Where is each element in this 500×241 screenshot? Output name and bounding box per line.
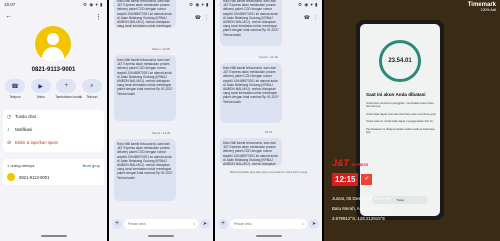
clock-time: 12:15 [332, 173, 359, 186]
phone-icon: ☎ [5, 79, 25, 93]
contact-avatar [35, 26, 71, 62]
voice-icon[interactable]: ➤ [200, 219, 210, 229]
message-bubble[interactable]: Halo Nbil kamid telusuronia, kam dari J&… [114, 55, 176, 121]
message-input[interactable]: Pesan teks ☺ [230, 219, 307, 229]
message-input[interactable]: Pesan teks ☺ [124, 219, 198, 229]
more-options-icon[interactable]: ⋮ [95, 13, 102, 21]
contact-actions: ☎ Telepon ▶ Video + Tambahkan kontak ⌕ T… [4, 79, 103, 99]
search-button[interactable]: ⌕ Telusuri [81, 79, 103, 99]
message-composer: + Pesan teks ☺ ➤ [112, 218, 210, 230]
add-attachment-icon[interactable]: + [218, 219, 228, 229]
calendar-check-icon: ✓ [361, 174, 373, 185]
status-icons: ⚙ ◉ ▾ ▮ [298, 2, 318, 7]
restriction-screen: 23.54.01 Saat ini akun Anda dibatasi And… [360, 24, 440, 216]
message-bubble[interactable]: Halo Nbil kamid telusuronia, kam dari J&… [220, 0, 282, 46]
photo-date: Jumat, 05 Desember 2025 WIT [332, 196, 394, 201]
create-group-button[interactable]: Buat grup [83, 163, 100, 168]
restriction-line: Pembatasan ini dihapus dalam waktu selam… [366, 126, 435, 135]
emoji-icon[interactable]: ☺ [301, 222, 305, 226]
call-icon[interactable]: ☎ [195, 15, 201, 21]
snooze-chat-row[interactable]: ◷ Tunda chat [3, 110, 104, 123]
message-bubble[interactable]: Halo Nbil kamid telusuronia, kam dari J&… [114, 139, 176, 201]
jt-logo: J&T EXPRESS [332, 158, 368, 168]
contact-options-list: ◷ Tunda chat ♪ Notifikasi ⊘ Blokir & lap… [3, 110, 104, 152]
search-label: Telusuri [86, 95, 98, 99]
video-label: Video [36, 95, 45, 99]
emoji-icon[interactable]: ☺ [192, 222, 196, 226]
video-button[interactable]: ▶ Video [30, 79, 52, 99]
status-time: 19.07 [4, 2, 16, 7]
notifications-row[interactable]: ♪ Notifikasi [3, 123, 104, 136]
status-icons: ⚙ ◉ ▾ ▮ [189, 2, 209, 7]
message-timestamp: 10.13 [264, 130, 273, 134]
chat-panel-2: 19.07 ⚙ ◉ ▾ ▮ ← 0821-9113-9001 ☎ ⋮ Halo … [215, 0, 322, 241]
scam-warning: Berhati-hatilah jika ada yang memintamu … [229, 170, 308, 174]
back-arrow-icon[interactable]: ← [5, 13, 12, 20]
photo-place: Batu Merah, Ambon, Maluku [332, 206, 388, 211]
message-composer: + Pesan teks ☺ ➤ [218, 218, 319, 230]
nav-bar [215, 234, 322, 239]
voice-icon[interactable]: ➤ [309, 219, 319, 229]
message-timestamp: Rabu • 10.48 [152, 47, 170, 51]
contact-info-panel: 19.07 ⚙ ◉ ▾ ▮ ← ⋮ 0821-9113-9001 ☎ Telep… [0, 0, 107, 241]
add-attachment-icon[interactable]: + [112, 219, 122, 229]
add-contact-label: Tambahkan kontak [55, 95, 83, 99]
status-bar: 19.07 ⚙ ◉ ▾ ▮ [0, 0, 107, 9]
restriction-title: Saat ini akun Anda dibatasi [366, 92, 426, 97]
notifications-label: Notifikasi [15, 127, 32, 132]
message-bubble[interactable]: Halo Nbil kamid telusuronia, kam dari J&… [114, 0, 176, 28]
call-button[interactable]: ☎ Telepon [4, 79, 26, 99]
brand-name: J&T [332, 158, 350, 168]
home-indicator[interactable] [255, 235, 282, 237]
more-options-icon[interactable]: ⋮ [313, 15, 318, 21]
search-icon: ⌕ [81, 79, 102, 93]
timemark-watermark: Timemark 100% Asli [468, 2, 496, 12]
photo-panel: Timemark 100% Asli 23.54.01 Saat ini aku… [324, 0, 500, 241]
member-avatar [7, 173, 15, 181]
brand-sub: EXPRESS [351, 163, 369, 167]
watermark-sub: 100% Asli [480, 8, 496, 12]
group-title: 1 orang lainnya [7, 163, 35, 168]
phone-device: 23.54.01 Saat ini akun Anda dibatasi And… [356, 20, 444, 220]
group-member-row[interactable]: 0821-9113-9001 [7, 173, 100, 181]
more-options-icon[interactable]: ⋮ [204, 15, 209, 21]
snooze-chat-label: Tunda chat [15, 114, 36, 119]
add-contact-button[interactable]: + Tambahkan kontak [55, 79, 83, 99]
block-report-label: Blokir & laporkan spam [15, 140, 59, 145]
restriction-line: Anda tidak dapat memulai chat baru atau … [366, 111, 436, 116]
message-placeholder: Pesan teks [234, 222, 252, 226]
message-timestamp: Kamis • 11.49 [259, 55, 278, 59]
contact-name: 0821-9113-9001 [31, 67, 76, 73]
message-bubble[interactable]: Halo Nbil kamid telusuronia, kam dari J&… [220, 138, 282, 166]
home-indicator[interactable] [40, 235, 67, 237]
group-section: 1 orang lainnya Buat grup 0821-9113-9001 [3, 159, 104, 185]
clock-icon: ◷ [7, 113, 12, 120]
message-timestamp: Kamis • 11.49 [151, 131, 171, 135]
home-indicator[interactable] [148, 235, 174, 237]
nav-bar [109, 234, 213, 239]
photo-coords: 3.679912°S, 128.212915°E [332, 216, 386, 221]
call-label: Telepon [9, 95, 21, 99]
restriction-details: Anda bisa menerima panggilan, membalas p… [366, 101, 436, 138]
video-icon: ▶ [30, 79, 51, 93]
block-icon: ⊘ [7, 139, 12, 146]
message-placeholder: Pesan teks [128, 222, 146, 226]
time-stamp-box: 12:15 ✓ [332, 173, 373, 186]
chat-panel-1: 19.07 ⚙ ◉ ▾ ▮ ← 0821-9113-9001 ☎ ⋮ Halo … [109, 0, 213, 241]
add-contact-icon: + [56, 79, 77, 93]
status-icons: ⚙ ◉ ▾ ▮ [83, 2, 103, 7]
block-report-row[interactable]: ⊘ Blokir & laporkan spam [3, 136, 104, 149]
nav-bar [0, 234, 107, 239]
restriction-line: Untuk saat ini, Anda tidak dapat menggun… [366, 119, 434, 124]
call-icon[interactable]: ☎ [304, 15, 310, 21]
restriction-line: Anda bisa menerima panggilan, membalas p… [366, 101, 435, 109]
bell-icon: ♪ [7, 126, 10, 133]
message-bubble[interactable]: Halo Nbil kamid telusuronia, kam dari J&… [220, 63, 282, 123]
countdown-timer: 23.54.01 [379, 40, 421, 82]
member-name: 0821-9113-9001 [19, 174, 50, 180]
